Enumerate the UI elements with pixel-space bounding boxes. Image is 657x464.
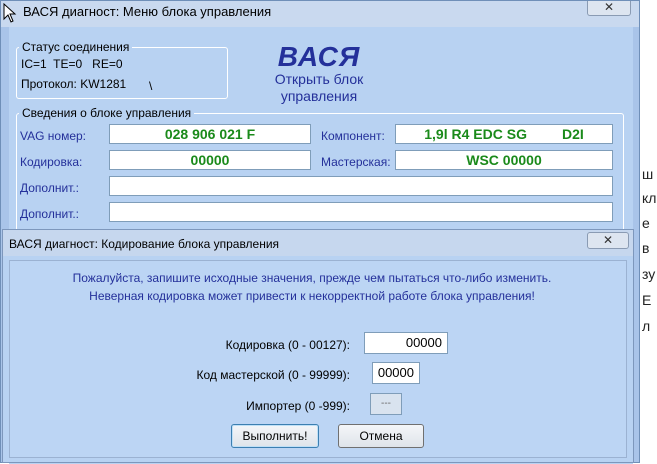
- coding-dialog: ВАСЯ диагност: Кодирование блока управле…: [2, 229, 634, 463]
- vag-number-field: 028 906 021 F: [109, 124, 311, 144]
- warning-message-1: Пожалуйста, запишите исходные значения, …: [72, 271, 552, 285]
- extra2-label: Дополнит.:: [20, 207, 80, 221]
- background-text: е: [642, 215, 650, 231]
- background-text: кл: [642, 190, 657, 206]
- workshop-code-label: Код мастерской (0 - 99999):: [196, 368, 351, 382]
- background-text: ш: [642, 166, 654, 182]
- component-field: 1,9l R4 EDC SG D2I: [395, 124, 613, 144]
- coding-range-label: Кодировка (0 - 00127):: [225, 338, 350, 352]
- importer-label: Импортер (0 -999):: [246, 399, 350, 413]
- connection-status-group: [16, 47, 228, 99]
- background-text: Е: [642, 292, 652, 308]
- open-unit-link[interactable]: Открыть блок управления: [249, 71, 389, 105]
- extra1-label: Дополнит.:: [20, 181, 80, 195]
- connection-counters: IC=1 TE=0 RE=0: [21, 57, 123, 71]
- dialog-titlebar[interactable]: ВАСЯ диагност: Кодирование блока управле…: [3, 230, 633, 256]
- brand-logo: ВАСЯ: [277, 41, 361, 72]
- dialog-close-button[interactable]: ✕: [587, 232, 629, 249]
- vag-number-label: VAG номер:: [20, 129, 87, 143]
- component-label: Компонент:: [321, 129, 385, 143]
- dialog-title: ВАСЯ диагност: Кодирование блока управле…: [9, 237, 280, 251]
- cursor-icon: [3, 3, 17, 23]
- execute-button[interactable]: Выполнить!: [231, 424, 319, 448]
- activity-spinner: \: [149, 79, 153, 93]
- background-text: в: [642, 240, 650, 256]
- main-window-title: ВАСЯ диагност: Меню блока управления: [23, 4, 272, 19]
- warning-message-2: Неверная кодировка может привести к неко…: [89, 289, 535, 303]
- main-titlebar[interactable]: ВАСЯ диагност: Меню блока управления ✕: [1, 1, 639, 27]
- workshop-code-input[interactable]: 00000: [372, 362, 420, 384]
- close-icon: ✕: [602, 233, 614, 247]
- close-icon: ✕: [603, 0, 615, 14]
- coding-field: 00000: [109, 150, 311, 170]
- workshop-label: Мастерская:: [321, 155, 391, 169]
- coding-input[interactable]: 00000: [364, 332, 448, 354]
- main-close-button[interactable]: ✕: [587, 1, 631, 16]
- importer-input: ---: [370, 393, 402, 415]
- dialog-body: Пожалуйста, запишите исходные значения, …: [9, 260, 627, 458]
- extra1-field: [109, 176, 613, 196]
- background-text: л: [642, 318, 651, 334]
- connection-status-legend: Статус соединения: [19, 40, 133, 54]
- workshop-field: WSC 00000: [395, 150, 613, 170]
- background-text: зу: [642, 266, 656, 282]
- cancel-button[interactable]: Отмена: [338, 424, 424, 448]
- unit-info-legend: Сведения о блоке управления: [19, 106, 195, 120]
- coding-label: Кодировка:: [20, 155, 83, 169]
- protocol-text: Протокол: KW1281: [21, 77, 127, 91]
- extra2-field: [109, 202, 613, 222]
